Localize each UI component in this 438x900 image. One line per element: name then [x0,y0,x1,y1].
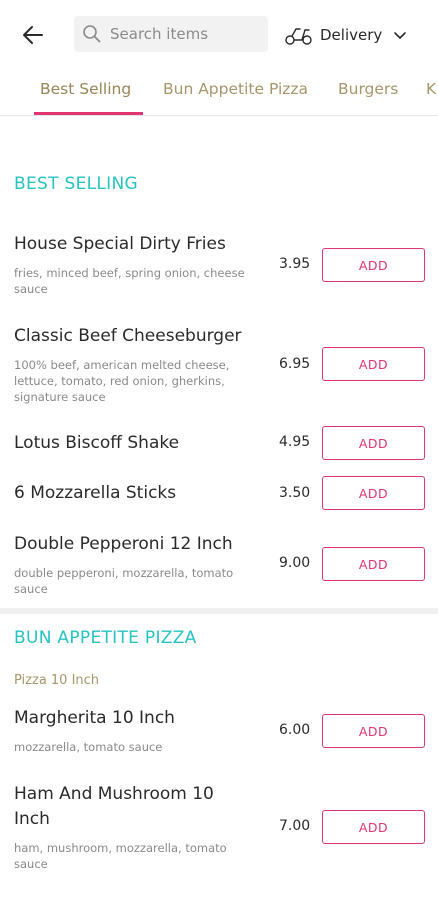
chevron-down-icon [392,27,408,43]
subcategory-heading: Pizza 10 Inch [14,673,100,688]
add-button[interactable]: ADD [322,547,425,581]
item-description: 100% beef, american melted cheese, lettu… [14,358,230,404]
tab-bun-appetite-pizza[interactable]: Bun Appetite Pizza [163,80,308,98]
item-name: Ham And Mushroom 10 Inch [14,784,214,829]
item-price: 4.95 [279,434,311,450]
item-description: fries, minced beef, spring onion, cheese… [14,266,245,296]
search-box[interactable] [74,16,268,52]
delivery-selector[interactable]: Delivery [284,18,408,52]
section-title-bun-appetite-pizza: BUN APPETITE PIZZA [14,628,197,648]
item-price: 9.00 [279,555,311,571]
add-button[interactable]: ADD [322,248,425,282]
add-button[interactable]: ADD [322,810,425,844]
top-bar: Delivery [0,0,438,70]
item-price: 3.95 [279,256,311,272]
item-name: 6 Mozzarella Sticks [14,483,177,503]
item-price: 6.95 [279,356,311,372]
item-name: Margherita 10 Inch [14,708,175,728]
item-name: Double Pepperoni 12 Inch [14,534,233,554]
add-button[interactable]: ADD [322,476,425,510]
add-button[interactable]: ADD [322,714,425,748]
item-name: Classic Beef Cheeseburger [14,326,242,346]
active-tab-indicator [34,112,143,115]
search-input[interactable] [110,16,260,52]
add-button[interactable]: ADD [322,347,425,381]
item-price: 7.00 [279,818,311,834]
tab-partial[interactable]: K [426,80,436,98]
tab-burgers[interactable]: Burgers [338,80,398,98]
delivery-label: Delivery [320,26,383,44]
search-icon [82,24,102,44]
section-title-best-selling: BEST SELLING [14,174,138,194]
item-name: Lotus Biscoff Shake [14,433,180,453]
item-name: House Special Dirty Fries [14,234,226,254]
item-description: mozzarella, tomato sauce [14,740,163,754]
tab-best-selling[interactable]: Best Selling [40,80,131,98]
section-divider [0,608,438,614]
back-arrow-icon[interactable] [18,20,48,50]
item-description: ham, mushroom, mozzarella, tomato sauce [14,841,227,871]
category-tabs: Best Selling Bun Appetite Pizza Burgers … [0,70,438,116]
item-price: 6.00 [279,722,311,738]
item-description: double pepperoni, mozzarella, tomato sau… [14,566,234,596]
add-button[interactable]: ADD [322,426,425,460]
item-price: 3.50 [279,485,311,501]
scooter-icon [284,24,314,46]
